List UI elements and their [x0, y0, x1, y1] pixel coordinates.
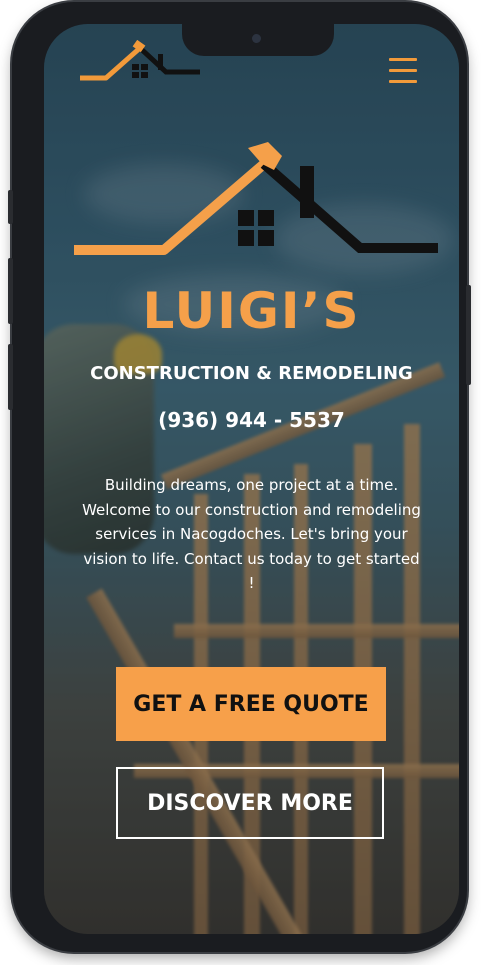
phone-screen: LUIGI’S CONSTRUCTION & REMODELING (936) … — [44, 24, 459, 934]
hero-house-logo-icon — [74, 142, 438, 255]
discover-more-button[interactable]: DISCOVER MORE — [116, 767, 384, 839]
get-free-quote-button[interactable]: GET A FREE QUOTE — [116, 667, 386, 741]
front-camera-icon — [252, 34, 261, 43]
phone-side-button — [8, 344, 13, 410]
phone-frame: LUIGI’S CONSTRUCTION & REMODELING (936) … — [12, 2, 467, 952]
brand-title: LUIGI’S — [142, 282, 361, 340]
hamburger-menu-icon[interactable] — [389, 58, 419, 84]
brand-subtitle: CONSTRUCTION & REMODELING — [90, 363, 413, 384]
phone-side-button — [8, 190, 13, 224]
phone-side-button — [8, 258, 13, 324]
phone-notch — [182, 24, 334, 56]
house-roof-logo-icon[interactable] — [78, 40, 202, 88]
phone-side-button — [466, 285, 471, 385]
hero-description: Building dreams, one project at a time. … — [82, 476, 421, 592]
phone-number-link[interactable]: (936) 944 - 5537 — [44, 408, 459, 432]
